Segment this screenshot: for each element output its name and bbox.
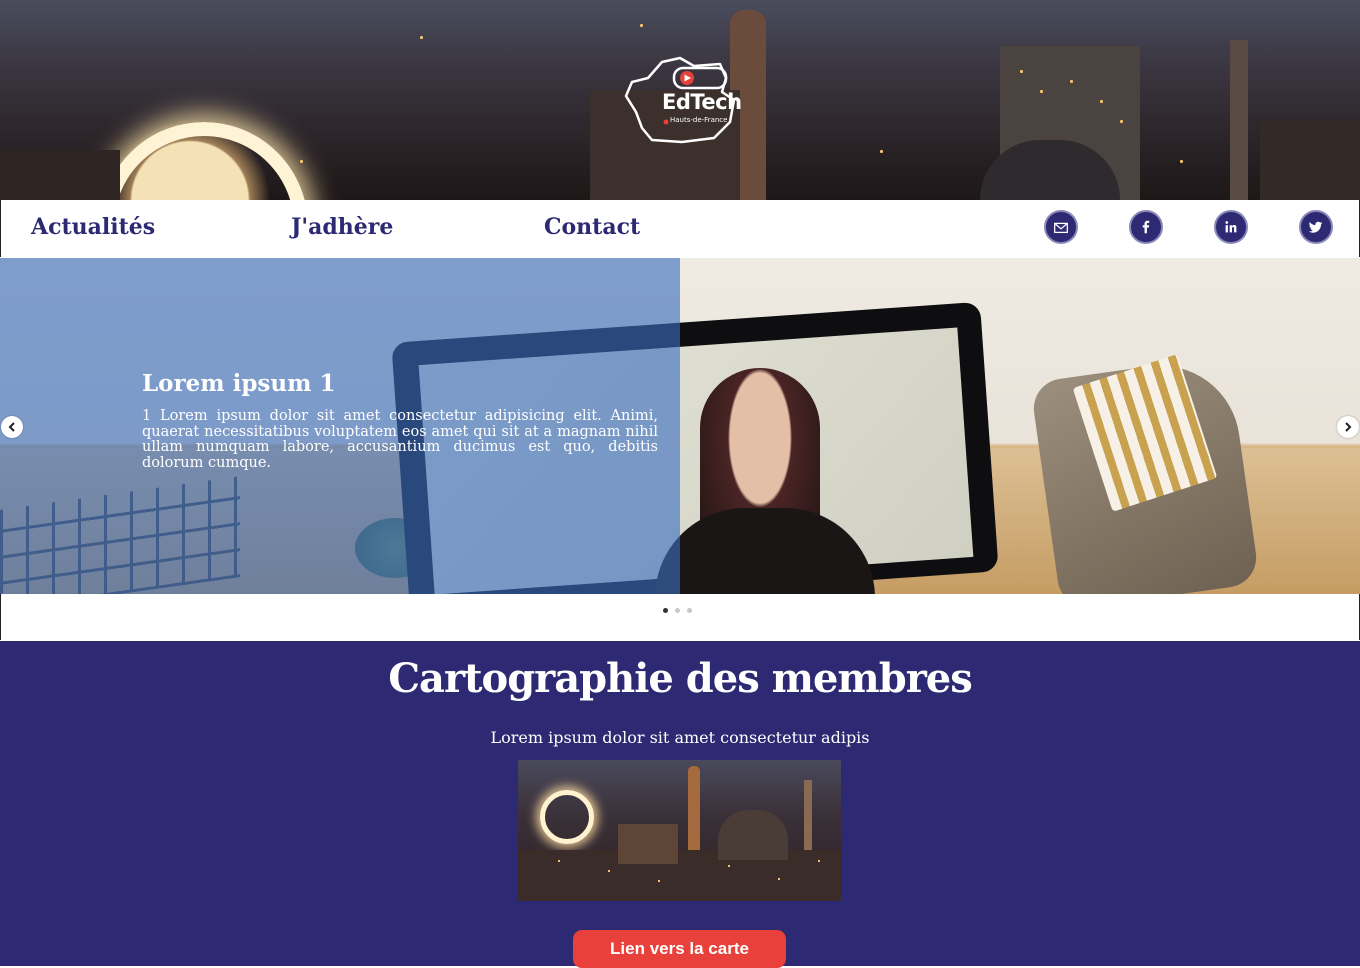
mail-button[interactable] <box>1044 210 1078 244</box>
light <box>728 865 730 867</box>
light <box>1070 80 1073 83</box>
light <box>818 860 820 862</box>
map-link-button[interactable]: Lien vers la carte <box>573 930 786 968</box>
hero-banner: EdTech Hauts-de-France <box>0 0 1360 200</box>
twitter-icon <box>1308 221 1323 233</box>
logo-brand-name: EdTech <box>662 90 742 114</box>
slide-body: 1 Lorem ipsum dolor sit amet consectetur… <box>142 408 658 471</box>
church-spire <box>1230 40 1248 200</box>
rooftops <box>518 850 841 901</box>
carousel-next-button[interactable] <box>1337 416 1359 438</box>
ferris-wheel-light <box>540 790 594 844</box>
light <box>608 870 610 872</box>
light <box>420 36 423 39</box>
ferris-wheel-light <box>100 122 308 200</box>
nav-item-jadhere[interactable]: J'adhère <box>291 214 393 240</box>
facebook-button[interactable] <box>1129 210 1163 244</box>
edtech-logo[interactable]: EdTech Hauts-de-France <box>622 56 742 146</box>
carousel-dot-2[interactable] <box>675 608 680 613</box>
slide-caption: Lorem ipsum 1 1 Lorem ipsum dolor sit am… <box>142 370 658 471</box>
news-carousel[interactable]: Lorem ipsum 1 1 Lorem ipsum dolor sit am… <box>0 258 1360 594</box>
dome-building <box>718 810 788 860</box>
opera-building <box>618 824 678 864</box>
members-map-section: Cartographie des membres Lorem ipsum dol… <box>0 641 1360 968</box>
church-spire <box>804 780 812 860</box>
carousel-dot-1[interactable] <box>663 608 668 613</box>
houses-right <box>1260 120 1360 200</box>
light <box>880 150 883 153</box>
twitter-button[interactable] <box>1299 210 1333 244</box>
main-navigation: Actualités J'adhère Contact <box>0 200 1360 257</box>
houses-left <box>0 150 120 200</box>
light <box>300 160 303 163</box>
carousel-dot-3[interactable] <box>687 608 692 613</box>
city-photo <box>518 760 841 901</box>
nav-item-contact[interactable]: Contact <box>544 214 640 240</box>
light <box>1040 90 1043 93</box>
linkedin-button[interactable] <box>1214 210 1248 244</box>
mail-icon <box>1054 222 1068 234</box>
light <box>1020 70 1023 73</box>
slide-title: Lorem ipsum 1 <box>142 370 336 397</box>
carousel-prev-button[interactable] <box>1 416 23 438</box>
belfry-tower <box>688 766 700 856</box>
light <box>558 860 560 862</box>
light <box>1100 100 1103 103</box>
carousel-indicators <box>0 594 1360 640</box>
section-title: Cartographie des membres <box>388 655 973 702</box>
chevron-right-icon <box>1345 422 1352 432</box>
light <box>658 880 660 882</box>
chevron-left-icon <box>8 422 15 432</box>
light <box>1120 120 1123 123</box>
light <box>1180 160 1183 163</box>
linkedin-icon <box>1225 221 1237 233</box>
section-subtitle: Lorem ipsum dolor sit amet consectetur a… <box>490 728 870 747</box>
nav-item-actualites[interactable]: Actualités <box>31 214 155 240</box>
light <box>640 24 643 27</box>
logo-region-name: Hauts-de-France <box>670 116 728 124</box>
facebook-icon <box>1142 220 1150 234</box>
light <box>778 878 780 880</box>
